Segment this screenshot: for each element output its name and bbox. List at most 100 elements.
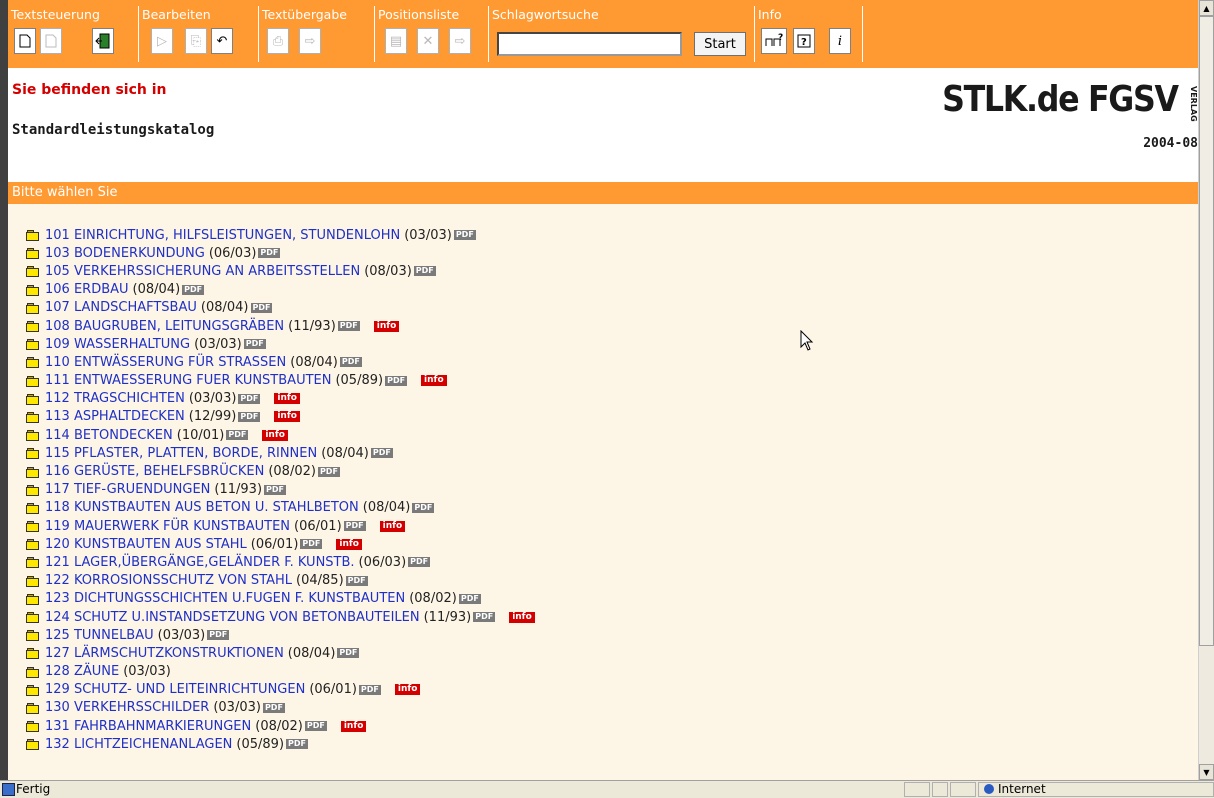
vertical-scrollbar[interactable]: ▲ ▼ bbox=[1198, 0, 1214, 780]
folder-icon[interactable] bbox=[26, 339, 39, 351]
catalog-link[interactable]: 103 BODENERKUNDUNG bbox=[45, 246, 205, 261]
pdf-icon[interactable]: PDF bbox=[262, 702, 285, 713]
folder-icon[interactable] bbox=[26, 230, 39, 242]
catalog-link[interactable]: 131 FAHRBAHNMARKIERUNGEN bbox=[45, 719, 251, 734]
catalog-link[interactable]: 132 LICHTZEICHENANLAGEN bbox=[45, 737, 232, 752]
pdf-icon[interactable]: PDF bbox=[182, 284, 205, 295]
folder-icon[interactable] bbox=[26, 539, 39, 551]
folder-icon[interactable] bbox=[26, 739, 39, 751]
catalog-link[interactable]: 114 BETONDECKEN bbox=[45, 428, 173, 443]
undo-icon[interactable]: ↶ bbox=[211, 28, 233, 54]
folder-icon[interactable] bbox=[26, 612, 39, 624]
folder-icon[interactable] bbox=[26, 648, 39, 660]
list-document-icon[interactable]: ▤ bbox=[385, 28, 407, 54]
catalog-link[interactable]: 111 ENTWAESSERUNG FUER KUNSTBAUTEN bbox=[45, 373, 331, 388]
transfer-arrow-icon[interactable]: ⇨ bbox=[299, 28, 321, 54]
folder-icon[interactable] bbox=[26, 684, 39, 696]
pdf-icon[interactable]: PDF bbox=[413, 266, 436, 277]
info-badge[interactable]: info bbox=[340, 720, 367, 732]
folder-icon[interactable] bbox=[26, 302, 39, 314]
scrollbar-thumb[interactable] bbox=[1199, 16, 1214, 646]
scroll-down-arrow-icon[interactable]: ▼ bbox=[1199, 764, 1214, 780]
folder-icon[interactable] bbox=[26, 357, 39, 369]
pdf-icon[interactable]: PDF bbox=[238, 393, 261, 404]
info-badge[interactable]: info bbox=[379, 520, 406, 532]
info-badge[interactable]: info bbox=[262, 429, 288, 441]
catalog-link[interactable]: 116 GERÜSTE, BEHELFSBRÜCKEN bbox=[45, 464, 264, 479]
pdf-icon[interactable]: PDF bbox=[453, 230, 476, 241]
folder-icon[interactable] bbox=[26, 557, 39, 569]
folder-icon[interactable] bbox=[26, 466, 39, 478]
folder-icon[interactable] bbox=[26, 411, 39, 423]
catalog-link[interactable]: 110 ENTWÄSSERUNG FÜR STRASSEN bbox=[45, 355, 286, 370]
folder-icon[interactable] bbox=[26, 702, 39, 714]
pdf-icon[interactable]: PDF bbox=[250, 302, 273, 313]
catalog-link[interactable]: 106 ERDBAU bbox=[45, 282, 129, 297]
catalog-link[interactable]: 101 EINRICHTUNG, HILFSLEISTUNGEN, STUNDE… bbox=[45, 228, 400, 243]
pdf-icon[interactable]: PDF bbox=[317, 466, 340, 477]
info-badge[interactable]: info bbox=[509, 611, 535, 623]
start-search-button[interactable]: Start bbox=[694, 32, 746, 56]
pdf-icon[interactable]: PDF bbox=[258, 248, 281, 259]
pdf-icon[interactable]: PDF bbox=[458, 593, 481, 604]
folder-icon[interactable] bbox=[26, 393, 39, 405]
pdf-icon[interactable]: PDF bbox=[286, 739, 308, 750]
info-badge[interactable]: info bbox=[274, 393, 300, 405]
folder-icon[interactable] bbox=[26, 575, 39, 587]
pdf-icon[interactable]: PDF bbox=[339, 357, 362, 368]
folder-icon[interactable] bbox=[26, 430, 39, 442]
catalog-link[interactable]: 129 SCHUTZ- UND LEITEINRICHTUNGEN bbox=[45, 682, 305, 697]
pdf-icon[interactable]: PDF bbox=[337, 321, 360, 332]
catalog-link[interactable]: 107 LANDSCHAFTSBAU bbox=[45, 300, 197, 315]
folder-icon[interactable] bbox=[26, 248, 39, 260]
info-badge[interactable]: info bbox=[274, 411, 300, 423]
exit-door-icon[interactable] bbox=[92, 28, 114, 54]
folder-icon[interactable] bbox=[26, 521, 39, 533]
folder-icon[interactable] bbox=[26, 321, 39, 333]
help-icon[interactable]: ? bbox=[793, 28, 815, 54]
catalog-link[interactable]: 119 MAUERWERK FÜR KUNSTBAUTEN bbox=[45, 519, 290, 534]
pdf-icon[interactable]: PDF bbox=[412, 502, 435, 513]
pdf-icon[interactable]: PDF bbox=[473, 612, 496, 623]
copy-icon[interactable]: ⎘ bbox=[185, 28, 207, 54]
list-export-icon[interactable]: ⇨ bbox=[449, 28, 471, 54]
pdf-icon[interactable]: PDF bbox=[385, 375, 408, 386]
document-disabled-icon[interactable] bbox=[40, 28, 62, 54]
about-info-icon[interactable]: i bbox=[829, 28, 851, 54]
pdf-icon[interactable]: PDF bbox=[370, 448, 393, 459]
catalog-link[interactable]: 117 TIEF-GRUENDUNGEN bbox=[45, 482, 210, 497]
catalog-link[interactable]: 105 VERKEHRSSICHERUNG AN ARBEITSSTELLEN bbox=[45, 264, 360, 279]
pdf-icon[interactable]: PDF bbox=[337, 648, 360, 659]
catalog-link[interactable]: 125 TUNNELBAU bbox=[45, 628, 154, 643]
forward-icon[interactable]: ▷ bbox=[151, 28, 173, 54]
keyword-search-input[interactable] bbox=[497, 32, 682, 56]
folder-icon[interactable] bbox=[26, 593, 39, 605]
folder-icon[interactable] bbox=[26, 375, 39, 387]
pdf-icon[interactable]: PDF bbox=[343, 521, 366, 532]
catalog-link[interactable]: 118 KUNSTBAUTEN AUS BETON U. STAHLBETON bbox=[45, 500, 359, 515]
pdf-icon[interactable]: PDF bbox=[358, 684, 381, 695]
catalog-link[interactable]: 127 LÄRMSCHUTZKONSTRUKTIONEN bbox=[45, 646, 284, 661]
pdf-icon[interactable]: PDF bbox=[264, 484, 286, 495]
catalog-link[interactable]: 109 WASSERHALTUNG bbox=[45, 337, 190, 352]
pdf-icon[interactable]: PDF bbox=[300, 539, 323, 550]
pdf-icon[interactable]: PDF bbox=[238, 411, 261, 422]
catalog-link[interactable]: 122 KORROSIONSSCHUTZ VON STAHL bbox=[45, 573, 292, 588]
folder-icon[interactable] bbox=[26, 266, 39, 278]
delete-icon[interactable]: ✕ bbox=[417, 28, 439, 54]
info-badge[interactable]: info bbox=[336, 538, 362, 550]
catalog-link[interactable]: 108 BAUGRUBEN, LEITUNGSGRÄBEN bbox=[45, 319, 284, 334]
catalog-link[interactable]: 130 VERKEHRSSCHILDER bbox=[45, 700, 209, 715]
pdf-icon[interactable]: PDF bbox=[226, 430, 249, 441]
pdf-icon[interactable]: PDF bbox=[207, 630, 230, 641]
catalog-link[interactable]: 123 DICHTUNGSSCHICHTEN U.FUGEN F. KUNSTB… bbox=[45, 591, 405, 606]
catalog-link[interactable]: 113 ASPHALTDECKEN bbox=[45, 409, 185, 424]
folder-icon[interactable] bbox=[26, 666, 39, 678]
catalog-link[interactable]: 128 ZÄUNE bbox=[45, 664, 119, 679]
folder-icon[interactable] bbox=[26, 484, 39, 496]
folder-icon[interactable] bbox=[26, 284, 39, 296]
new-document-icon[interactable] bbox=[14, 28, 36, 54]
info-book-icon[interactable]: ? bbox=[761, 28, 787, 54]
pdf-icon[interactable]: PDF bbox=[243, 339, 266, 350]
info-badge[interactable]: info bbox=[421, 375, 447, 387]
